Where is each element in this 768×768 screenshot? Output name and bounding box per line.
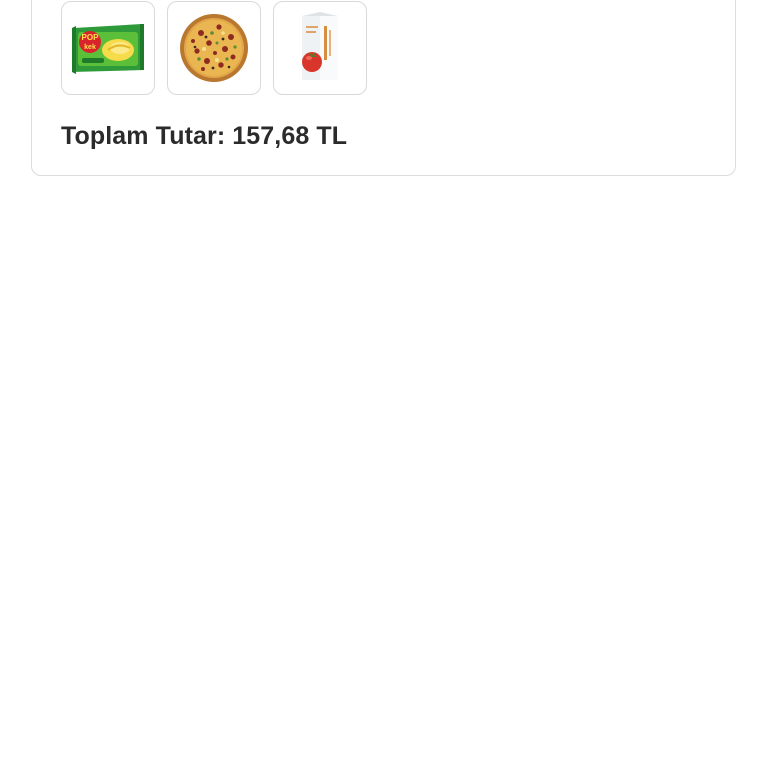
- product-thumbnails: POP kek: [61, 1, 367, 95]
- order-summary-card: POP kek Toplam Tutar: 157,68 TL: [31, 0, 736, 176]
- svg-text:POP: POP: [82, 33, 100, 42]
- juice-carton-image: [302, 12, 338, 80]
- pizza-image: [180, 14, 248, 82]
- snack-logo: POP kek: [79, 31, 101, 53]
- product-thumbnail-tomato-juice[interactable]: [273, 1, 367, 95]
- product-thumbnail-snack-cake[interactable]: POP kek: [61, 1, 155, 95]
- product-thumbnail-pizza[interactable]: [167, 1, 261, 95]
- snack-cake-image: POP kek: [72, 24, 144, 74]
- total-amount: Toplam Tutar: 157,68 TL: [61, 122, 348, 150]
- svg-text:kek: kek: [84, 44, 96, 51]
